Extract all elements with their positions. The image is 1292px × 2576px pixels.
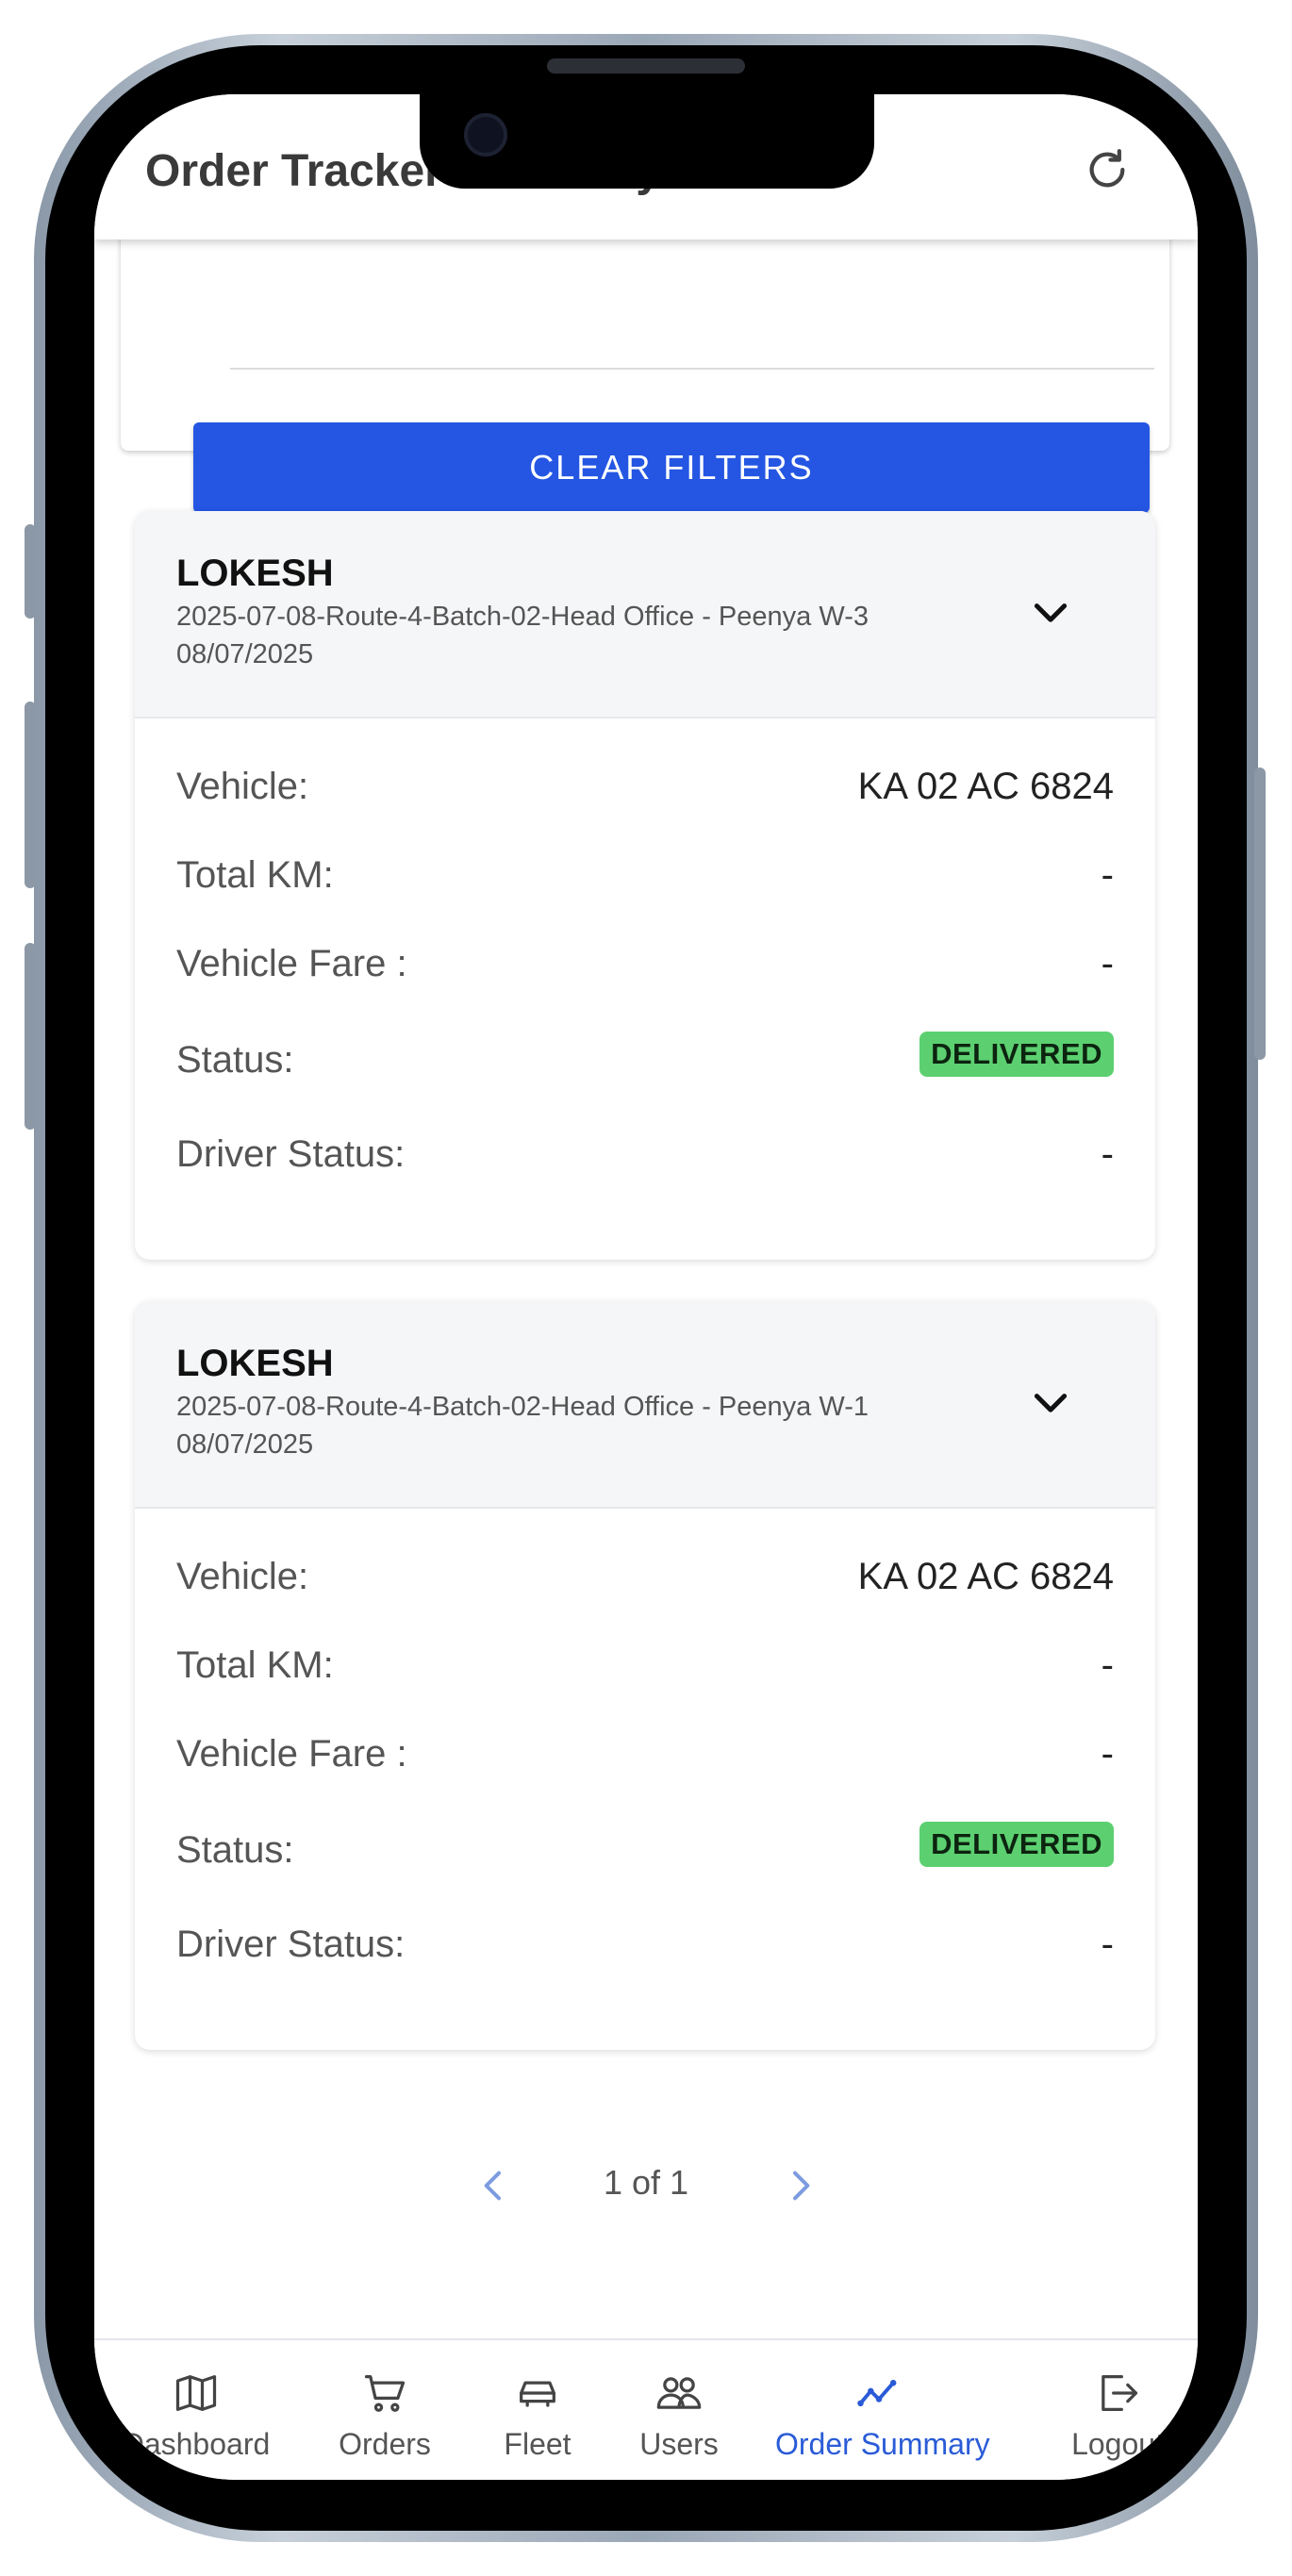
nav-item-logout[interactable]: Logout: [1056, 2369, 1179, 2462]
volume-up-button: [25, 702, 36, 888]
filter-divider: [230, 368, 1154, 370]
vehicle-fare-label: Vehicle Fare :: [176, 1733, 407, 1775]
order-date: 08/07/2025: [176, 639, 314, 669]
nav-item-orders[interactable]: Orders: [328, 2369, 441, 2462]
total-km-label: Total KM:: [176, 854, 334, 896]
order-card: LOKESH 2025-07-08-Route-4-Batch-02-Head …: [135, 511, 1155, 1260]
status-badge: DELIVERED: [919, 1822, 1114, 1867]
users-icon: [656, 2377, 702, 2409]
driver-status-label: Driver Status:: [176, 1133, 406, 1175]
nav-item-users[interactable]: Users: [618, 2369, 740, 2462]
total-km-value: -: [1101, 854, 1114, 896]
nav-label: Order Summary: [775, 2427, 990, 2461]
order-card-header[interactable]: LOKESH 2025-07-08-Route-4-Batch-02-Head …: [135, 511, 1155, 718]
mute-switch: [25, 524, 36, 619]
pagination-text: 1 of 1: [603, 2163, 689, 2202]
car-icon: [520, 2381, 555, 2407]
driver-status-value: -: [1101, 1133, 1114, 1175]
chevron-down-icon[interactable]: [1027, 590, 1074, 637]
clear-filters-button[interactable]: CLEAR FILTERS: [193, 422, 1150, 513]
vehicle-label: Vehicle:: [176, 766, 309, 807]
bottom-navigation: Dashboard Orders Fleet Users Order Summa…: [94, 2338, 1198, 2480]
app-screen: CLEAR FILTERS Order Tracker Summary LOKE…: [94, 94, 1198, 2480]
chevron-right-icon[interactable]: [781, 2167, 819, 2204]
cart-icon: [364, 2375, 406, 2412]
speaker-grille: [547, 58, 745, 74]
chevron-down-icon[interactable]: [1027, 1380, 1074, 1428]
nav-label: Logout: [1071, 2427, 1164, 2461]
vehicle-fare-label: Vehicle Fare :: [176, 943, 407, 984]
route-name: 2025-07-08-Route-4-Batch-02-Head Office …: [176, 1392, 869, 1422]
vehicle-fare-value: -: [1101, 943, 1114, 984]
vehicle-label: Vehicle:: [176, 1556, 309, 1597]
driver-status-label: Driver Status:: [176, 1924, 406, 1965]
front-camera: [464, 113, 507, 157]
status-label: Status:: [176, 1829, 294, 1871]
nav-item-order-summary[interactable]: Order Summary: [775, 2369, 990, 2462]
driver-name: LOKESH: [176, 553, 334, 594]
chart-line-icon: [857, 2379, 897, 2407]
order-card: LOKESH 2025-07-08-Route-4-Batch-02-Head …: [135, 1301, 1155, 2050]
nav-label: Users: [639, 2427, 719, 2461]
vehicle-value: KA 02 AC 6824: [857, 1556, 1114, 1597]
route-name: 2025-07-08-Route-4-Batch-02-Head Office …: [176, 602, 869, 632]
order-date: 08/07/2025: [176, 1429, 314, 1460]
nav-label: Fleet: [504, 2427, 571, 2461]
vehicle-value: KA 02 AC 6824: [857, 766, 1114, 807]
refresh-icon[interactable]: [1081, 143, 1134, 196]
driver-status-value: -: [1101, 1924, 1114, 1965]
status-badge: DELIVERED: [919, 1032, 1114, 1077]
nav-item-fleet[interactable]: Fleet: [481, 2369, 594, 2462]
nav-label: Dashboard: [122, 2427, 271, 2461]
vehicle-fare-value: -: [1101, 1733, 1114, 1775]
chevron-left-icon[interactable]: [475, 2167, 513, 2204]
power-button: [1254, 768, 1266, 1060]
volume-down-button: [25, 943, 36, 1130]
nav-label: Orders: [339, 2427, 431, 2461]
map-icon: [175, 2375, 217, 2411]
status-label: Status:: [176, 1039, 294, 1081]
logout-icon: [1102, 2375, 1138, 2411]
total-km-value: -: [1101, 1644, 1114, 1686]
total-km-label: Total KM:: [176, 1644, 334, 1686]
driver-name: LOKESH: [176, 1343, 334, 1384]
order-card-header[interactable]: LOKESH 2025-07-08-Route-4-Batch-02-Head …: [135, 1301, 1155, 1509]
nav-item-dashboard[interactable]: Dashboard: [121, 2369, 272, 2462]
